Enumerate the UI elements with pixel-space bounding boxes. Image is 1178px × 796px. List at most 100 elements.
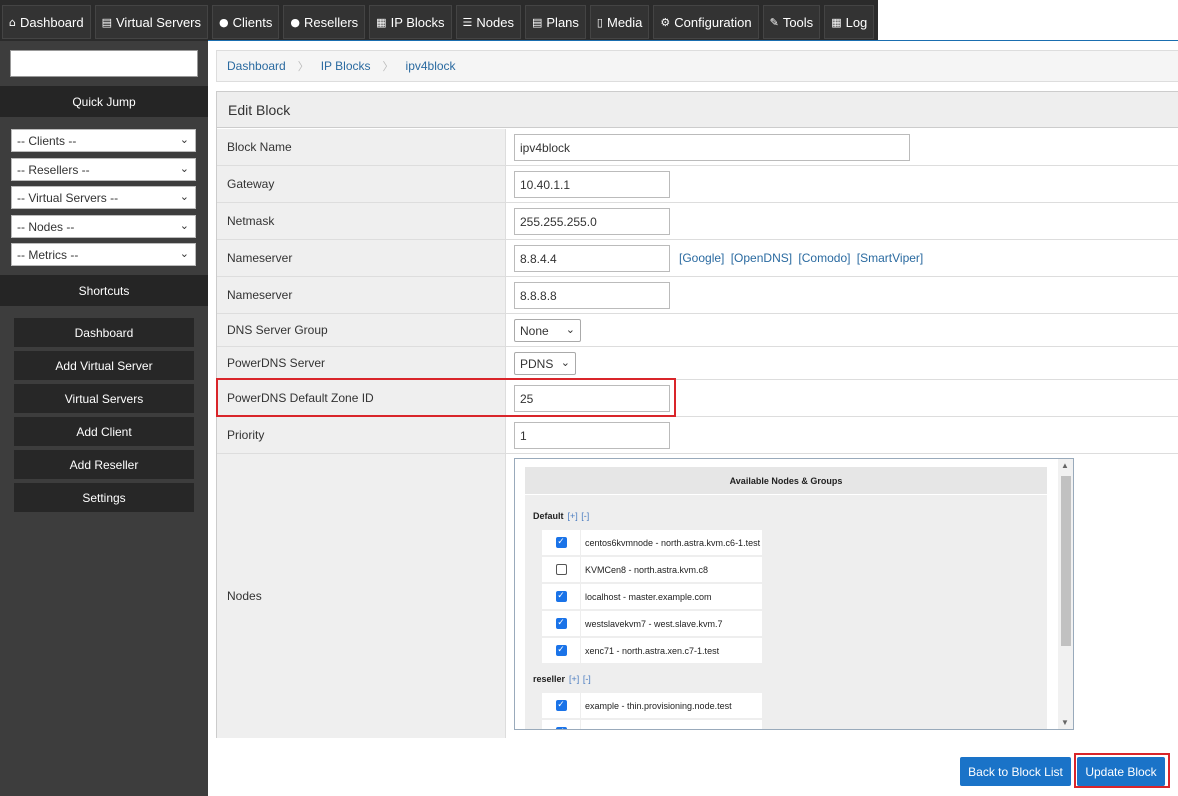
- tab-log[interactable]: ▦ Log: [824, 5, 875, 39]
- block-name-label: Block Name: [217, 129, 506, 165]
- scroll-thumb[interactable]: [1061, 476, 1071, 646]
- shortcut-dashboard-button[interactable]: Dashboard: [14, 318, 194, 347]
- gateway-input[interactable]: 10.40.1.1: [514, 171, 670, 198]
- block-name-input[interactable]: ipv4block: [514, 134, 910, 161]
- node-row[interactable]: ✓KVM71 - north.astra.kvm.c7-1.test1: [542, 719, 762, 729]
- update-button-highlight: [1074, 753, 1170, 788]
- tab-clients[interactable]: ● Clients: [212, 5, 280, 39]
- tab-resellers[interactable]: ● Resellers: [283, 5, 366, 39]
- collapse-group-link[interactable]: [-]: [581, 511, 589, 521]
- top-nav: ⌂ Dashboard ▤ Virtual Servers ● Clients ● Re…: [0, 0, 1178, 41]
- node-checkbox[interactable]: ✓: [555, 618, 567, 629]
- nodes-scrollbar[interactable]: ▲ ▼: [1058, 459, 1073, 729]
- gateway-row: Gateway 10.40.1.1: [217, 166, 1178, 203]
- dns-group-select[interactable]: None ⌄: [514, 319, 581, 342]
- chevron-right-icon: 〉: [297, 60, 309, 73]
- file-icon: ▯: [596, 15, 603, 29]
- shortcut-settings-button[interactable]: Settings: [14, 483, 194, 512]
- search-input[interactable]: [10, 50, 198, 77]
- expand-group-link[interactable]: [+]: [569, 674, 579, 684]
- chevron-down-icon: ⌄: [565, 323, 575, 336]
- node-checkbox[interactable]: ✓: [555, 645, 567, 656]
- nameserver-2-row: Nameserver 8.8.8.8: [217, 277, 1178, 314]
- node-checkbox[interactable]: ✓: [555, 537, 567, 548]
- node-checkbox[interactable]: ✓: [555, 727, 567, 729]
- node-row[interactable]: KVMCen8 - north.astra.kvm.c8: [542, 556, 762, 583]
- tab-nodes[interactable]: ☰ Nodes: [455, 5, 521, 39]
- node-checkbox[interactable]: [555, 564, 567, 575]
- sidebar: Quick Jump -- Clients -- ⌄ -- Resellers -…: [0, 41, 208, 796]
- tab-configuration[interactable]: ⚙ Configuration: [653, 5, 759, 39]
- shortcut-add-reseller-button[interactable]: Add Reseller: [14, 450, 194, 479]
- scroll-down-icon[interactable]: ▼: [1061, 718, 1069, 727]
- node-row[interactable]: ✓ centos6kvmnode - north.astra.kvm.c6-1.t…: [542, 529, 762, 556]
- nav-tabs: ⌂ Dashboard ▤ Virtual Servers ● Clients ● Re…: [0, 0, 879, 41]
- node-checkbox[interactable]: ✓: [555, 700, 567, 711]
- scroll-up-icon[interactable]: ▲: [1061, 461, 1069, 470]
- nameserver-2-input[interactable]: 8.8.8.8: [514, 282, 670, 309]
- server-icon: ☰: [462, 15, 473, 29]
- group-reseller-label: reseller [+] [-]: [533, 674, 591, 684]
- nameserver-1-row: Nameserver 8.8.4.4 [Google] [OpenDNS] [C…: [217, 240, 1178, 277]
- tab-virtual-servers[interactable]: ▤ Virtual Servers: [94, 5, 209, 39]
- dns-group-row: DNS Server Group None ⌄: [217, 314, 1178, 347]
- priority-label: Priority: [217, 417, 506, 453]
- collapse-group-link[interactable]: [-]: [583, 674, 591, 684]
- nameserver-1-label: Nameserver: [217, 240, 506, 276]
- nodes-select[interactable]: -- Nodes -- ⌄: [11, 215, 196, 238]
- nodes-label: Nodes: [217, 454, 506, 738]
- netmask-row: Netmask 255.255.255.0: [217, 203, 1178, 240]
- main-content: Dashboard 〉 IP Blocks 〉 ipv4block Edit B…: [208, 41, 1178, 796]
- nameserver-presets: [Google] [OpenDNS] [Comodo] [SmartViper]: [679, 251, 926, 265]
- nameserver-2-label: Nameserver: [217, 277, 506, 313]
- metrics-select[interactable]: -- Metrics -- ⌄: [11, 243, 196, 266]
- resellers-select[interactable]: -- Resellers -- ⌄: [11, 158, 196, 181]
- nodes-table: Available Nodes & Groups Default [+] [-] …: [525, 467, 1047, 729]
- tab-dashboard[interactable]: ⌂ Dashboard: [2, 5, 91, 39]
- gear-icon: ⚙: [660, 15, 671, 29]
- nodes-header: Available Nodes & Groups: [525, 467, 1047, 495]
- nameserver-1-input[interactable]: 8.8.4.4: [514, 245, 670, 272]
- shortcut-add-virtual-server-button[interactable]: Add Virtual Server: [14, 351, 194, 380]
- priority-input[interactable]: 1: [514, 422, 670, 449]
- chevron-down-icon: ⌄: [179, 162, 189, 175]
- block-name-row: Block Name ipv4block: [217, 129, 1178, 166]
- home-icon: ⌂: [9, 15, 16, 29]
- tab-ip-blocks[interactable]: ▦ IP Blocks: [369, 5, 452, 39]
- preset-google-link[interactable]: [Google]: [679, 251, 724, 265]
- virtual-servers-select[interactable]: -- Virtual Servers -- ⌄: [11, 186, 196, 209]
- node-row[interactable]: ✓ xenc71 - north.astra.xen.c7-1.test: [542, 637, 762, 664]
- preset-comodo-link[interactable]: [Comodo]: [798, 251, 850, 265]
- nodes-row: Nodes Available Nodes & Groups Default [+…: [217, 454, 1178, 738]
- dns-group-label: DNS Server Group: [217, 314, 506, 346]
- quick-jump-heading: Quick Jump: [0, 86, 208, 117]
- preset-smartviper-link[interactable]: [SmartViper]: [857, 251, 923, 265]
- server-icon: ▤: [101, 15, 112, 29]
- chevron-down-icon: ⌄: [179, 219, 189, 232]
- netmask-input[interactable]: 255.255.255.0: [514, 208, 670, 235]
- node-row[interactable]: ✓ localhost - master.example.com: [542, 583, 762, 610]
- shortcut-add-client-button[interactable]: Add Client: [14, 417, 194, 446]
- nodes-list[interactable]: Available Nodes & Groups Default [+] [-] …: [514, 458, 1074, 730]
- panel-title: Edit Block: [217, 92, 1178, 128]
- powerdns-server-row: PowerDNS Server PDNS ⌄: [217, 347, 1178, 380]
- node-checkbox[interactable]: ✓: [555, 591, 567, 602]
- node-row[interactable]: ✓ westslavekvm7 - west.slave.kvm.7: [542, 610, 762, 637]
- tab-plans[interactable]: ▤ Plans: [524, 5, 586, 39]
- preset-opendns-link[interactable]: [OpenDNS]: [731, 251, 792, 265]
- priority-row: Priority 1: [217, 417, 1178, 454]
- node-row[interactable]: ✓ example - thin.provisioning.node.test: [542, 692, 762, 719]
- tab-media[interactable]: ▯ Media: [589, 5, 650, 39]
- chevron-down-icon: ⌄: [179, 133, 189, 146]
- back-to-block-list-button[interactable]: Back to Block List: [960, 757, 1071, 786]
- tab-tools[interactable]: ✎ Tools: [762, 5, 821, 39]
- zone-id-highlight: [216, 378, 676, 417]
- clients-select[interactable]: -- Clients -- ⌄: [11, 129, 196, 152]
- chevron-down-icon: ⌄: [179, 247, 189, 260]
- breadcrumb-dashboard[interactable]: Dashboard: [227, 59, 286, 73]
- powerdns-server-select[interactable]: PDNS ⌄: [514, 352, 576, 375]
- breadcrumb-current[interactable]: ipv4block: [406, 59, 456, 73]
- breadcrumb-ip-blocks[interactable]: IP Blocks: [321, 59, 371, 73]
- shortcut-virtual-servers-button[interactable]: Virtual Servers: [14, 384, 194, 413]
- expand-group-link[interactable]: [+]: [568, 511, 578, 521]
